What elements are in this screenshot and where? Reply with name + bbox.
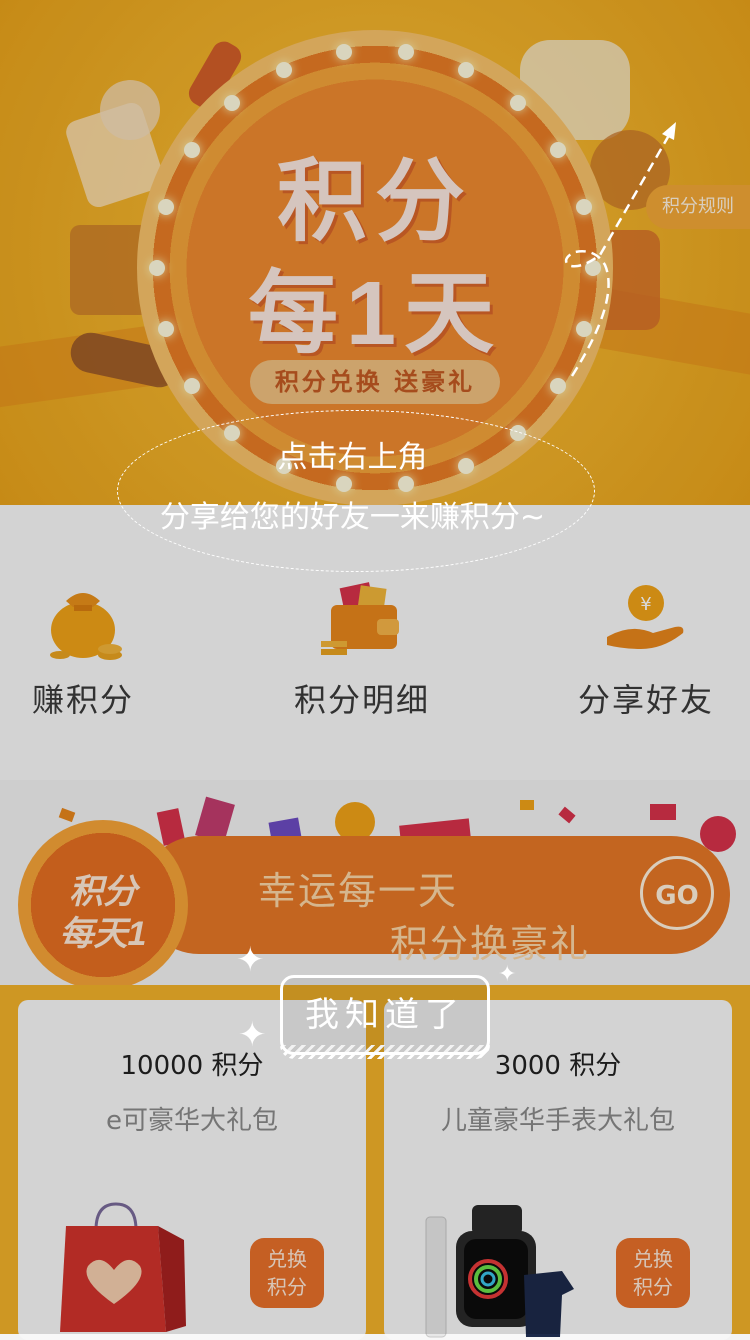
- sparkle-icon: ✦: [238, 1015, 267, 1055]
- lucky-day-promo[interactable]: 幸运每一天 积分换豪礼 GO 积分 每天1: [0, 780, 750, 1005]
- wallet-icon: [317, 575, 407, 665]
- nav-item-label: 分享好友: [577, 681, 714, 719]
- promo-line1: 幸运每一天: [258, 869, 459, 913]
- hand-coin-icon: ¥: [601, 575, 691, 665]
- go-button[interactable]: GO: [640, 856, 714, 930]
- got-it-button[interactable]: 我知道了: [280, 975, 490, 1055]
- money-bag-icon: [38, 575, 128, 665]
- product-name: 儿童豪华手表大礼包: [440, 1106, 675, 1136]
- gift-bag-icon: [60, 1202, 186, 1332]
- redeem-button[interactable]: 兑换 积分: [616, 1238, 690, 1308]
- watch-gift-icon: [425, 1205, 574, 1338]
- promo-line2: 积分换豪礼: [390, 922, 591, 966]
- nav-item-label: 积分明细: [293, 681, 430, 719]
- confetti: [650, 804, 676, 820]
- nav-item-earn-points[interactable]: 赚积分: [0, 575, 193, 721]
- share-arrow-icon: [564, 122, 676, 377]
- confetti: [520, 800, 534, 810]
- redeem-label: 兑换 积分: [633, 1247, 673, 1299]
- product-name: e可豪华大礼包: [106, 1106, 278, 1136]
- svg-text:¥: ¥: [640, 594, 651, 615]
- nav-item-share-friends[interactable]: ¥ 分享好友: [536, 575, 750, 721]
- redeem-button[interactable]: 兑换 积分: [250, 1238, 324, 1308]
- confetti: [558, 806, 576, 824]
- redeem-label: 兑换 积分: [267, 1247, 307, 1299]
- share-hint-line1: 点击右上角: [277, 440, 428, 475]
- nav-item-points-detail[interactable]: 积分明细: [252, 575, 472, 721]
- confetti: [58, 807, 76, 823]
- promo-badge-line2: 每天1: [59, 915, 147, 953]
- promo-badge: 积分 每天1: [18, 820, 188, 990]
- nav-item-label: 赚积分: [31, 681, 134, 719]
- share-hint-line2: 分享给您的好友一来赚积分~: [159, 500, 546, 535]
- sparkle-icon: ✦: [498, 962, 517, 987]
- sparkle-icon: ✦: [236, 940, 265, 980]
